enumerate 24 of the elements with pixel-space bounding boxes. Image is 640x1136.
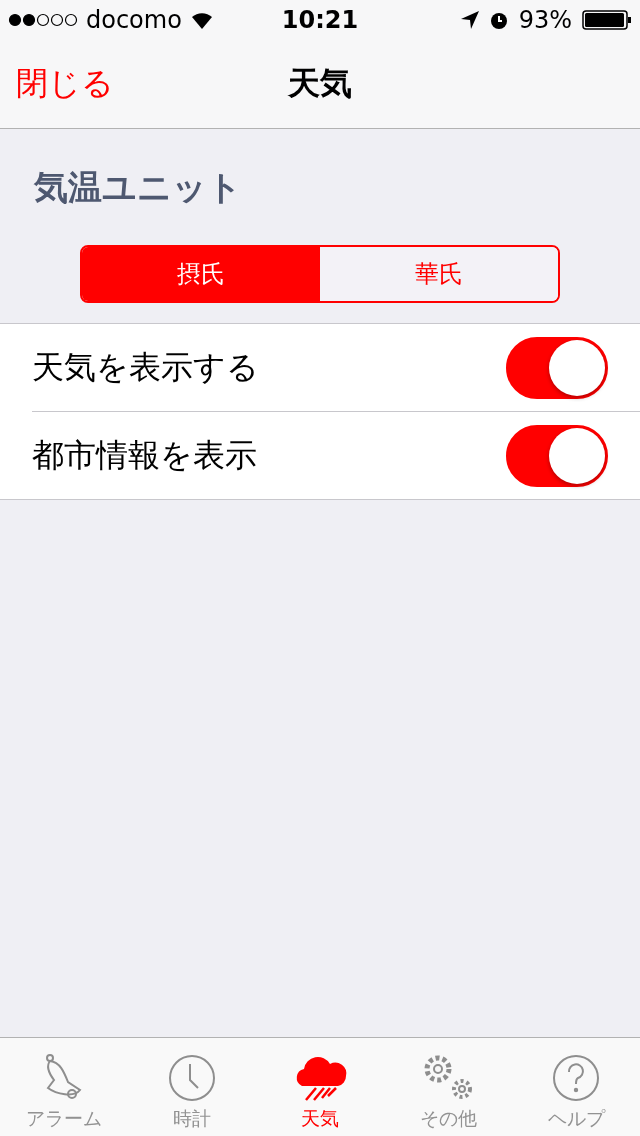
nav-title: 天気: [288, 63, 352, 104]
wifi-icon: [189, 11, 214, 29]
tab-item[interactable]: 天気: [256, 1038, 384, 1136]
toggle-switch[interactable]: [506, 424, 608, 487]
setting-label: 天気を表示する: [32, 346, 259, 388]
tab-item[interactable]: アラーム: [0, 1038, 128, 1136]
location-arrow-icon: [460, 11, 479, 29]
status-time: 10:21: [281, 6, 359, 34]
tab-item[interactable]: ヘルプ: [512, 1038, 640, 1136]
toggle-switch[interactable]: [506, 336, 608, 399]
alarm-clock-icon: [488, 10, 509, 30]
setting-label: 都市情報を表示: [32, 434, 257, 476]
segment-button[interactable]: 華氏: [320, 247, 558, 301]
clock-icon: [168, 1054, 216, 1102]
section-header: 気温ユニット: [33, 166, 243, 209]
tab-item[interactable]: 時計: [128, 1038, 256, 1136]
segment-button[interactable]: 摂氏: [82, 247, 320, 301]
tab-item[interactable]: その他: [384, 1038, 512, 1136]
battery-icon: [582, 10, 632, 30]
carrier-name: docomo: [86, 6, 182, 34]
signal-icon: [8, 13, 78, 27]
battery-percent: 93%: [518, 6, 572, 34]
close-button[interactable]: 閉じる: [16, 62, 114, 106]
help-icon: [552, 1054, 600, 1102]
